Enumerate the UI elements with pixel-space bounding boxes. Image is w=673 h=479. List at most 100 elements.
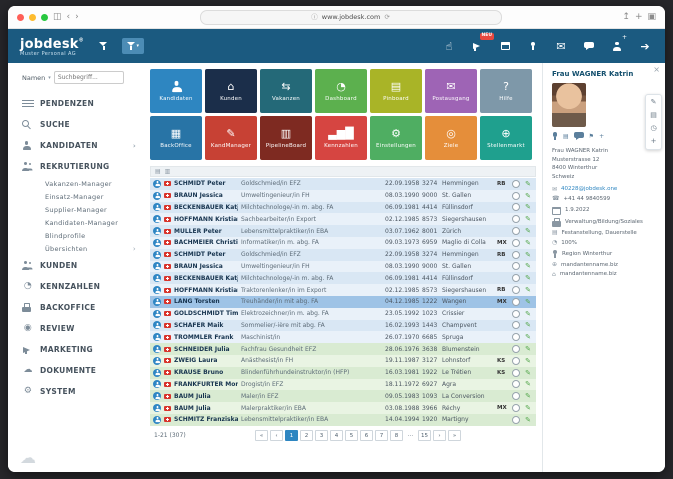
table-row[interactable]: TROMMLER FrankMaschinist/in26.07.1970668… [150,331,536,343]
sidebar-item-review[interactable]: ◉REVIEW [22,318,144,339]
mail-icon[interactable]: ✉ [553,38,569,54]
board-icon[interactable]: ▤ [650,112,657,119]
filter-icon[interactable] [96,38,112,54]
edit-icon[interactable]: ✎ [523,298,533,306]
sidebar-item-übersichten[interactable]: Übersichten› [22,242,144,255]
row-checkbox[interactable] [512,357,520,365]
edit-icon[interactable]: ✎ [523,180,533,188]
edit-icon[interactable]: ✎ [523,345,533,353]
sidebar-item-vakanzen-manager[interactable]: Vakanzen-Manager [22,177,144,190]
pager-page[interactable]: 1 [285,430,298,441]
tile-backoffice[interactable]: ▦BackOffice [150,116,202,160]
announcements-icon[interactable]: NEU [469,38,485,54]
stop-hand-icon[interactable]: ☝ [441,38,457,54]
table-row[interactable]: BECKENBAUER KatjaMilchtechnologe/-in m. … [150,202,536,214]
close-icon[interactable]: × [653,66,660,74]
filter-dropdown-button[interactable]: ▾ [122,38,144,54]
table-row[interactable]: MÜLLER PeterLebensmittelpraktiker/in EBA… [150,225,536,237]
table-row[interactable]: SCHMIDT PeterGoldschmied/in EFZ22.09.195… [150,249,536,261]
edit-icon[interactable]: ✎ [523,321,533,329]
sidebar-item-system[interactable]: ⚙SYSTEM [22,381,144,402]
edit-icon[interactable]: ✎ [523,251,533,259]
zoom-window-button[interactable] [41,14,48,21]
detail-email[interactable]: 40228@jobdesk.one [561,186,617,193]
table-row[interactable]: BAUM JuliaMalerpraktiker/in EBA03.08.198… [150,402,536,414]
edit-icon[interactable]: ✎ [523,404,533,412]
sidebar-item-kandidaten-manager[interactable]: Kandidaten-Manager [22,216,144,229]
row-checkbox[interactable] [512,345,520,353]
sidebar-item-kennzahlen[interactable]: ◔KENNZAHLEN [22,276,144,297]
row-checkbox[interactable] [512,404,520,412]
row-checkbox[interactable] [512,180,520,188]
row-checkbox[interactable] [512,274,520,282]
address-bar[interactable]: ⓘ www.jobdesk.com ⟳ [200,10,502,25]
detail-phone[interactable]: +41 44 9840599 [563,196,610,203]
edit-icon[interactable]: ✎ [523,369,533,377]
row-checkbox[interactable] [512,321,520,329]
pager-page[interactable]: 6 [360,430,373,441]
tab-overview-icon[interactable]: ▣ [647,13,656,22]
pager-arrow[interactable]: » [448,430,461,441]
row-checkbox[interactable] [512,310,520,318]
chat-icon[interactable] [581,38,597,54]
sidebar-item-kunden[interactable]: KUNDEN [22,255,144,276]
table-row[interactable]: SCHÄFER MaikSommelier/-ière mit abg. FA1… [150,320,536,332]
table-row[interactable]: BACHMEIER ChristianInformatiker/in m. ab… [150,237,536,249]
table-row[interactable]: LANG TorstenTreuhänder/in mit abg. FA04.… [150,296,536,308]
row-checkbox[interactable] [512,392,520,400]
table-row[interactable]: HOFFMANN KristianTraktorenlenker/in im E… [150,284,536,296]
pager-page[interactable]: 7 [375,430,388,441]
sidebar-item-rekrutierung[interactable]: REKRUTIERUNG [22,156,144,177]
logout-icon[interactable]: ➔ [637,38,653,54]
table-row[interactable]: BRAUN JessicaUmweltingenieur/in FH08.03.… [150,261,536,273]
board-icon[interactable]: ▤ [155,169,161,175]
table-row[interactable]: BAUM JuliaMaler/in EFZ09.05.19831093La C… [150,390,536,402]
back-icon[interactable]: ‹ [67,13,71,22]
row-checkbox[interactable] [512,251,520,259]
table-row[interactable]: ZWEIG LauraAnästhesist/in FH19.11.198731… [150,355,536,367]
pin-icon[interactable] [552,132,558,141]
row-checkbox[interactable] [512,286,520,294]
row-checkbox[interactable] [512,203,520,211]
edit-icon[interactable]: ✎ [523,310,533,318]
search-input[interactable] [54,71,124,84]
tile-vakanzen[interactable]: ⇆Vakanzen [260,69,312,113]
sidebar-item-marketing[interactable]: MARKETING [22,339,144,360]
row-checkbox[interactable] [512,262,520,270]
pencil-icon[interactable]: ✎ [651,99,657,106]
sidebar-item-backoffice[interactable]: BACKOFFICE [22,297,144,318]
new-tab-icon[interactable]: + [635,13,643,22]
sidebar-item-pendenzen[interactable]: PENDENZEN [22,93,144,114]
pager-page[interactable]: 3 [315,430,328,441]
tile-postausgang[interactable]: ✉Postausgang [425,69,477,113]
row-checkbox[interactable] [512,215,520,223]
name-filter-label[interactable]: Namen [22,74,45,82]
sidebar-item-supplier-manager[interactable]: Supplier-Manager [22,203,144,216]
sidebar-item-suche[interactable]: SUCHE [22,114,144,135]
row-checkbox[interactable] [512,192,520,200]
row-checkbox[interactable] [512,239,520,247]
tile-pipelineboard[interactable]: ▥PipelineBoard [260,116,312,160]
pager-page[interactable]: 8 [390,430,403,441]
edit-icon[interactable]: ✎ [523,380,533,388]
sidebar-item-dokumente[interactable]: ☁DOKUMENTE [22,360,144,381]
chat-icon[interactable] [574,132,584,141]
pager-page[interactable]: 5 [345,430,358,441]
row-checkbox[interactable] [512,227,520,235]
row-checkbox[interactable] [512,416,520,424]
table-row[interactable]: BECKENBAUER KatjaMilchtechnologe/-in m. … [150,272,536,284]
close-window-button[interactable] [17,14,24,21]
edit-icon[interactable]: ✎ [523,239,533,247]
table-row[interactable]: KRAUSE BrunoBlindenführhundeinstruktor/i… [150,367,536,379]
pager-page[interactable]: ... [405,430,416,439]
tile-kandidaten[interactable]: Kandidaten [150,69,202,113]
tile-kunden[interactable]: ⌂Kunden [205,69,257,113]
tile-pinboard[interactable]: ▤Pinboard [370,69,422,113]
edit-icon[interactable]: ✎ [523,227,533,235]
edit-icon[interactable]: ✎ [523,416,533,424]
pager-arrow[interactable]: « [255,430,268,441]
table-row[interactable]: BRAUN JessicaUmweltingenieur/in FH08.03.… [150,190,536,202]
edit-icon[interactable]: ✎ [523,286,533,294]
sidebar-toggle-icon[interactable]: ◫ [53,13,62,22]
edit-icon[interactable]: ✎ [523,215,533,223]
